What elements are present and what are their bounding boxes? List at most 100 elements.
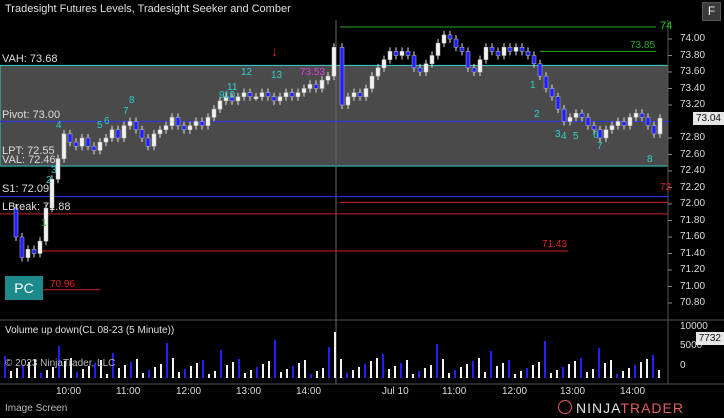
candle-body [103, 137, 109, 143]
volume-bar [556, 370, 558, 378]
volume-bar [652, 355, 654, 378]
time-axis[interactable]: 10:00 11:00 12:00 13:00 14:00 Jul 10 11:00 12:0… [0, 384, 668, 398]
volume-bar [148, 370, 150, 378]
candle-body [357, 92, 363, 97]
time-label: Jul 10 [382, 386, 409, 397]
volume-axis[interactable]: 10000 5000 0 [668, 320, 724, 380]
candle-body [567, 117, 573, 122]
candle-body [627, 117, 633, 126]
red-down-arrow-icon: ↓ [271, 43, 278, 59]
volume-bar [346, 373, 348, 378]
volume-bar [478, 358, 480, 378]
candle-body [289, 92, 295, 97]
candle-body [639, 113, 645, 118]
volume-bar [316, 371, 318, 378]
volume-bar [226, 365, 228, 378]
candle-body [97, 141, 103, 151]
time-label: 13:00 [560, 386, 586, 397]
candle-body [423, 63, 429, 73]
candle-body [193, 121, 199, 126]
price-tick: 72.20 [680, 181, 706, 193]
volume-bar [286, 369, 288, 378]
candle-body [139, 129, 145, 139]
candle-body [657, 117, 663, 135]
pc-button[interactable]: PC [5, 276, 43, 300]
signal-7: 7 [123, 106, 129, 117]
volume-bar [298, 363, 300, 378]
candle-body [459, 47, 465, 52]
candle-body [31, 249, 37, 254]
candle-body [471, 67, 477, 73]
volume-bar [232, 362, 234, 378]
candle-body [477, 59, 483, 73]
lbreak-label: LBreak: 71.88 [2, 201, 71, 213]
volume-bar [238, 359, 240, 378]
volume-bar [136, 359, 138, 378]
volume-bar [466, 364, 468, 378]
candle-body [127, 121, 133, 126]
candle-body [507, 47, 513, 52]
signal-13: 13 [271, 70, 283, 81]
price-axis[interactable]: 74.00 73.80 73.60 73.40 73.20 72.80 72.60 72.40… [668, 0, 724, 320]
volume-bar [358, 367, 360, 378]
status-text: Image Screen [5, 403, 68, 414]
candle-body [483, 47, 489, 60]
candle-body [181, 125, 187, 130]
price-tick: 71.60 [680, 231, 706, 242]
candle-body [399, 51, 405, 56]
candle-body [561, 108, 567, 122]
time-label: 13:00 [236, 386, 262, 397]
candle-body [531, 55, 537, 64]
candle-body [465, 51, 471, 69]
candle-body [79, 137, 85, 147]
candle-body [525, 51, 531, 56]
volume-bar [424, 368, 426, 378]
price-chart[interactable] [0, 0, 724, 418]
volume-bar [364, 364, 366, 378]
candle-body [169, 117, 175, 126]
seq-7: 7 [597, 141, 603, 152]
candle-body [271, 96, 277, 102]
volume-bar [406, 360, 408, 378]
volume-bar [262, 364, 264, 378]
seq-8: 8 [647, 154, 653, 165]
volume-bar [16, 368, 18, 378]
candle-body [253, 96, 259, 99]
candle-body [67, 133, 73, 143]
chart-window: Tradesight Futures Levels, Tradesight Se… [0, 0, 724, 418]
time-label: 10:00 [56, 386, 82, 397]
signal-2: 2 [46, 175, 52, 186]
volume-bar [214, 371, 216, 378]
volume-bar [82, 369, 84, 378]
candle-body [115, 129, 121, 139]
candle-body [295, 92, 301, 97]
volume-bar [388, 369, 390, 378]
signal-8: 8 [129, 95, 135, 106]
price-tick: 73.80 [680, 49, 706, 61]
volume-bar [646, 359, 648, 378]
candle-body [573, 113, 579, 118]
time-label: 14:00 [620, 386, 646, 397]
candle-body [387, 51, 393, 60]
candle-body [363, 88, 369, 97]
level-green-right: 73.85 [630, 40, 656, 51]
volume-bar [580, 358, 582, 378]
volume-bar [370, 361, 372, 378]
candle-body [331, 47, 337, 77]
volume-bar [172, 358, 174, 378]
candle-body [109, 129, 115, 139]
candle-body [381, 59, 387, 69]
volume-bar [244, 373, 246, 378]
volume-bar [208, 374, 210, 378]
price-tick: 72.80 [680, 132, 706, 143]
volume-bar [658, 370, 660, 378]
candle-body [405, 51, 411, 56]
logo-text-trader: TRADER [620, 400, 684, 416]
seq-5: 5 [573, 131, 579, 142]
seq-2: 2 [534, 109, 540, 120]
price-tick: 74.00 [680, 33, 706, 44]
candle-body [163, 125, 169, 130]
level-red-low: 70.96 [50, 279, 76, 290]
price-tick: 71.80 [680, 214, 706, 226]
seq-3: 3 [555, 129, 561, 140]
